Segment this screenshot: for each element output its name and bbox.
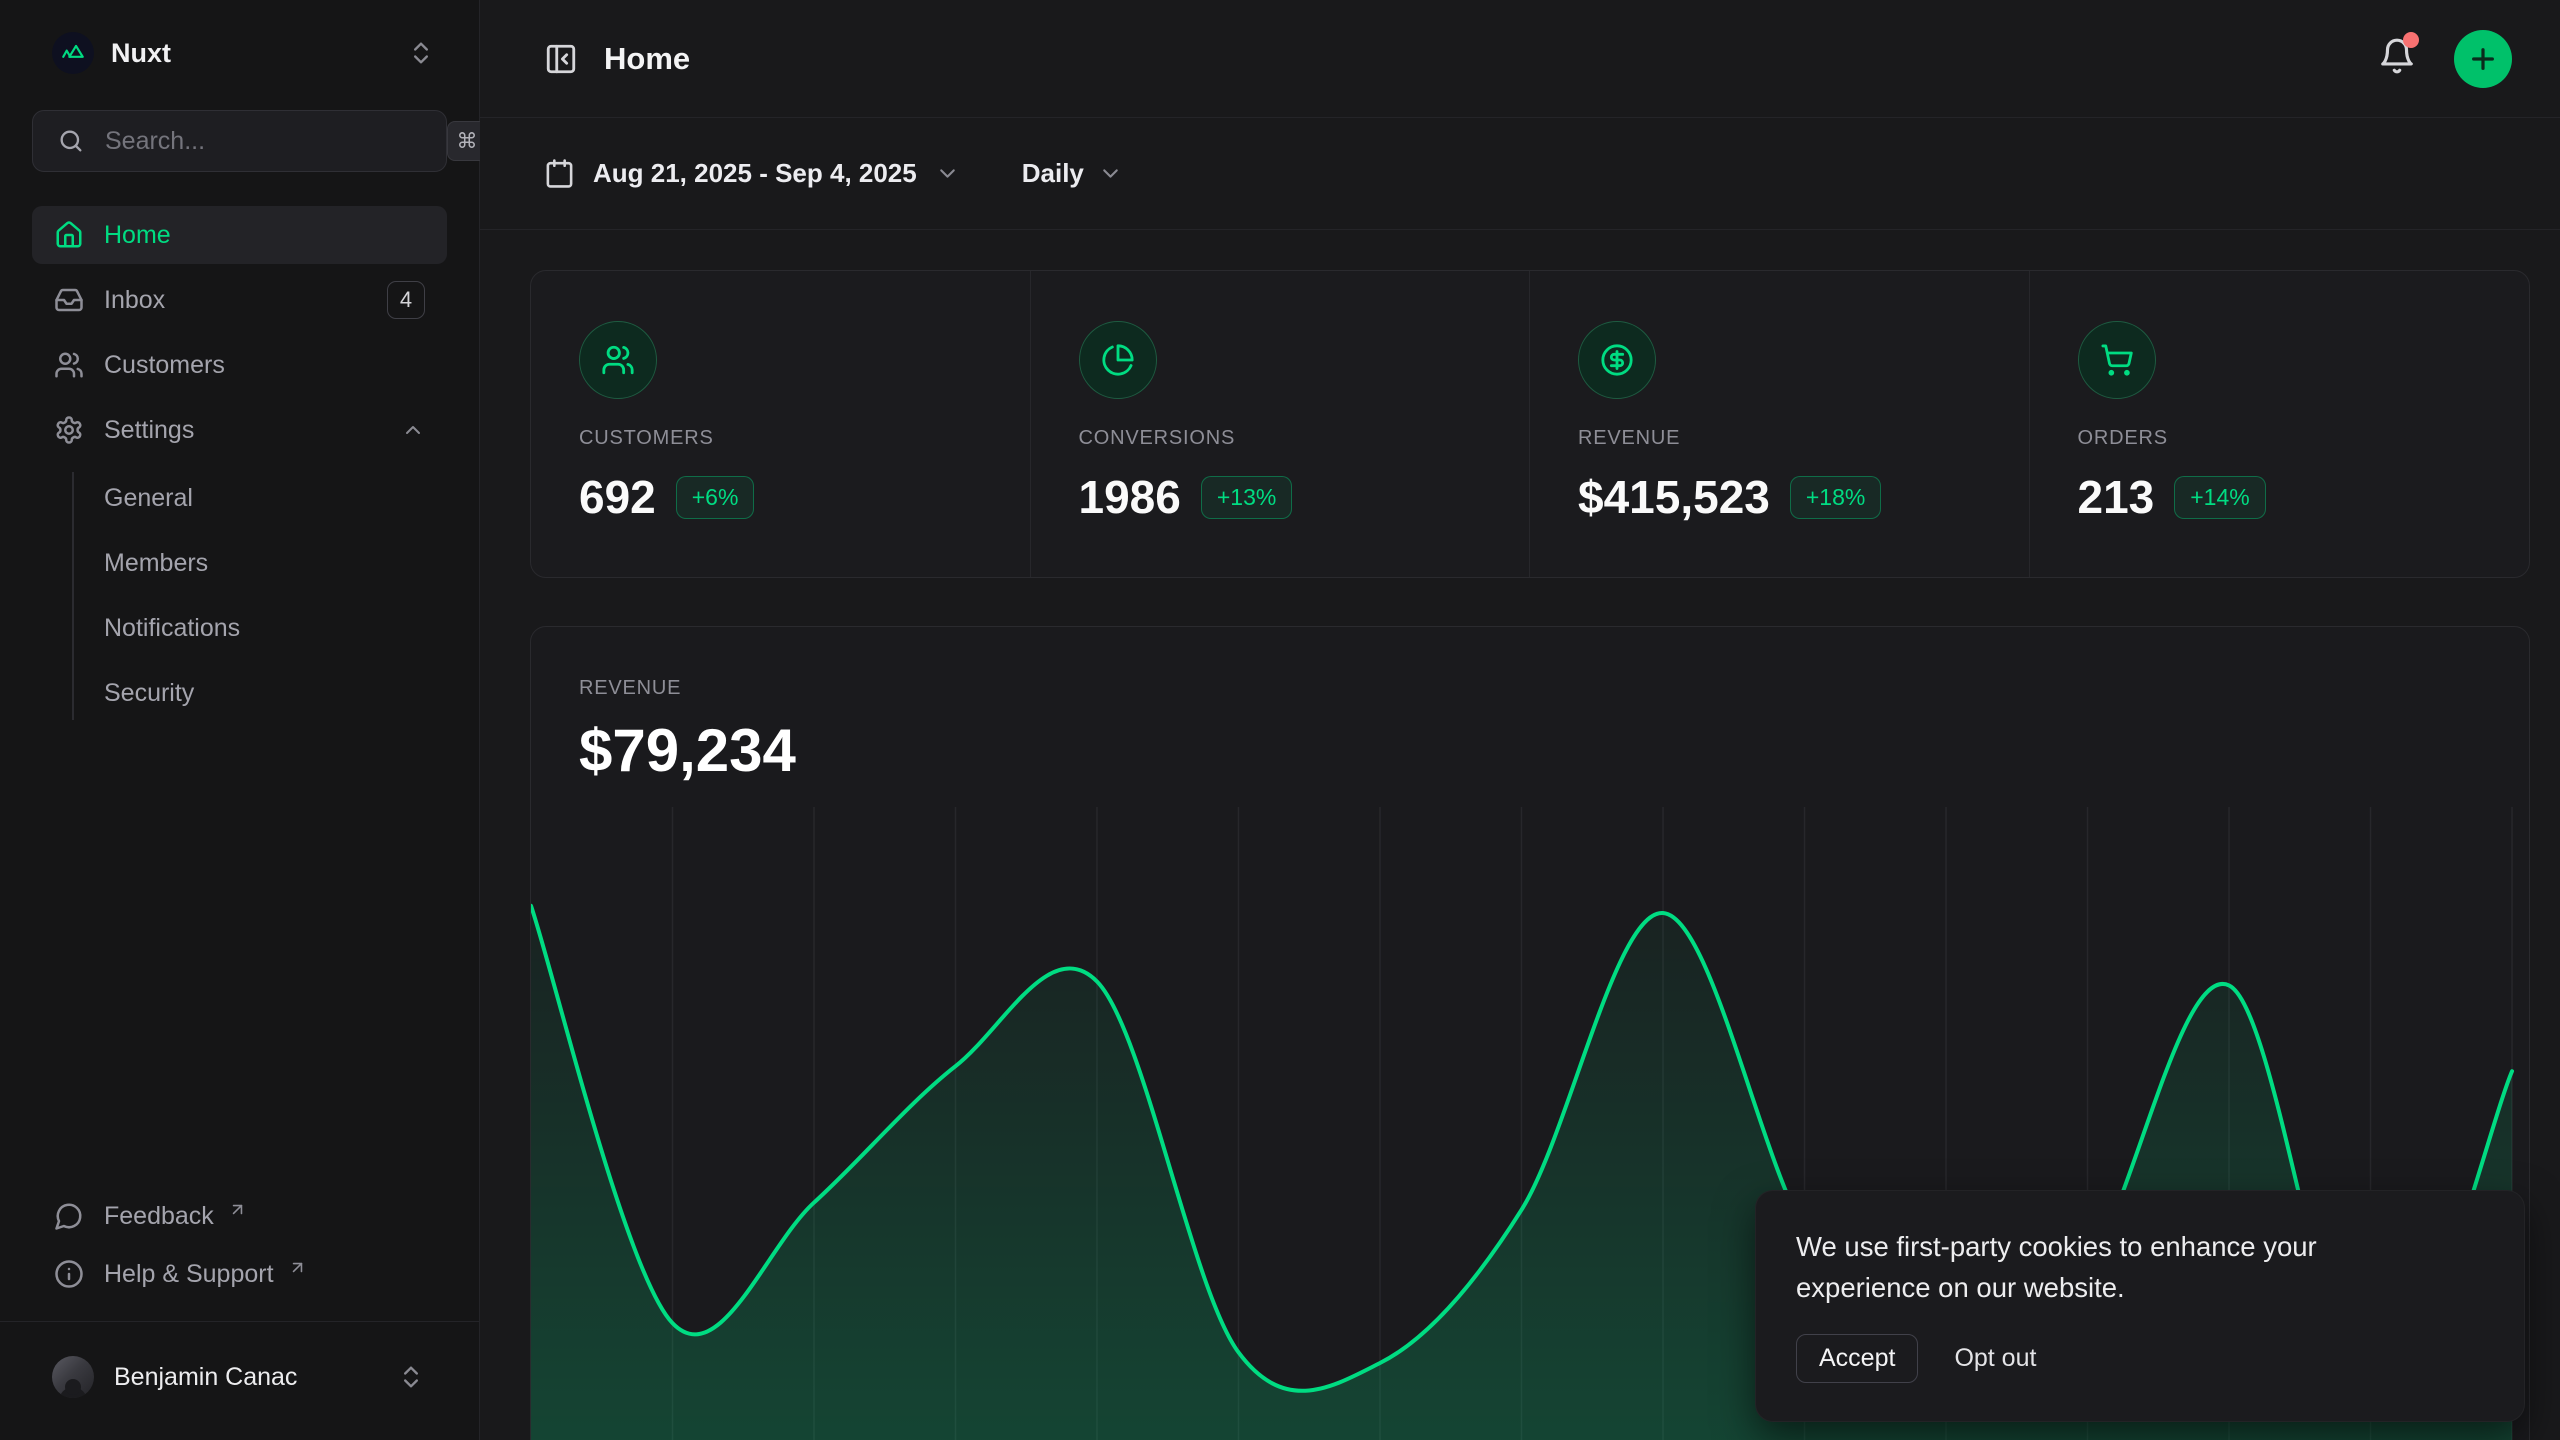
filters-toolbar: Aug 21, 2025 - Sep 4, 2025 Daily (480, 118, 2560, 230)
cookie-message: We use first-party cookies to enhance yo… (1796, 1227, 2386, 1308)
user-menu[interactable]: Benjamin Canac (32, 1332, 447, 1410)
speech-bubble-icon (54, 1201, 84, 1231)
stat-label: CUSTOMERS (579, 427, 1000, 450)
stat-value: 692 (579, 470, 656, 524)
sidebar-item-members[interactable]: Members (32, 531, 447, 596)
granularity-select[interactable]: Daily (1022, 158, 1123, 189)
sidebar-item-label: Inbox (104, 286, 165, 315)
help-support-link[interactable]: Help & Support (32, 1245, 447, 1303)
sidebar: Nuxt ⌘ K Home Inbox 4 (0, 0, 480, 1440)
gear-icon (54, 415, 84, 445)
inbox-count-badge: 4 (387, 281, 425, 319)
chevron-down-icon (935, 161, 960, 186)
revenue-chart-label: REVENUE (579, 677, 2529, 700)
search-icon (57, 127, 85, 155)
feedback-label: Feedback (104, 1202, 214, 1231)
user-name: Benjamin Canac (114, 1363, 297, 1392)
sidebar-item-notifications[interactable]: Notifications (32, 596, 447, 661)
users-icon (579, 321, 657, 399)
shopping-cart-icon (2078, 321, 2156, 399)
settings-sub-list: General Members Notifications Security (32, 466, 447, 726)
chevron-down-icon (1098, 161, 1123, 186)
stat-label: CONVERSIONS (1079, 427, 1500, 450)
stat-delta-badge: +14% (2174, 476, 2265, 519)
date-range-label: Aug 21, 2025 - Sep 4, 2025 (593, 158, 917, 189)
sidebar-nav: Home Inbox 4 Customers Settings Ge (32, 206, 447, 733)
sidebar-item-inbox[interactable]: Inbox 4 (32, 271, 447, 329)
notification-dot (2403, 32, 2419, 48)
stat-label: ORDERS (2078, 427, 2500, 450)
users-icon (54, 350, 84, 380)
plus-icon (2467, 43, 2499, 75)
stats-card: CUSTOMERS 692 +6% CONVERSIONS 1986 +13% (530, 270, 2530, 578)
home-icon (54, 220, 84, 250)
sidebar-item-settings[interactable]: Settings (32, 401, 447, 459)
stat-value: 213 (2078, 470, 2155, 524)
accept-button[interactable]: Accept (1796, 1334, 1918, 1383)
dollar-circle-icon (1578, 321, 1656, 399)
search-input[interactable] (105, 127, 427, 156)
sidebar-divider (0, 1321, 479, 1322)
sidebar-item-security[interactable]: Security (32, 661, 447, 726)
sidebar-subitem-label: General (104, 484, 193, 513)
stat-delta-badge: +18% (1790, 476, 1881, 519)
pie-chart-icon (1079, 321, 1157, 399)
calendar-icon (544, 158, 575, 189)
workspace-name: Nuxt (111, 38, 171, 69)
stat-conversions: CONVERSIONS 1986 +13% (1031, 271, 1531, 577)
avatar (52, 1356, 94, 1398)
help-support-label: Help & Support (104, 1260, 274, 1289)
panel-left-close-icon (544, 42, 578, 76)
info-circle-icon (54, 1259, 84, 1289)
arrow-up-right-icon (288, 1258, 307, 1277)
sidebar-subitem-label: Notifications (104, 614, 240, 643)
opt-out-button[interactable]: Opt out (1954, 1335, 2036, 1382)
sidebar-item-general[interactable]: General (32, 466, 447, 531)
stat-label: REVENUE (1578, 427, 1999, 450)
chevrons-up-down-icon (407, 39, 435, 67)
cookie-banner: We use first-party cookies to enhance yo… (1755, 1190, 2525, 1422)
page-header: Home (480, 0, 2560, 118)
sidebar-item-customers[interactable]: Customers (32, 336, 447, 394)
stat-value: $415,523 (1578, 470, 1770, 524)
date-range-picker[interactable]: Aug 21, 2025 - Sep 4, 2025 (544, 158, 960, 189)
add-button[interactable] (2454, 30, 2512, 88)
stat-revenue: REVENUE $415,523 +18% (1530, 271, 2030, 577)
arrow-up-right-icon (228, 1200, 247, 1219)
stat-delta-badge: +6% (676, 476, 755, 519)
nuxt-logo (52, 32, 94, 74)
chevron-up-icon (401, 418, 425, 442)
sidebar-item-label: Home (104, 221, 171, 250)
chevrons-up-down-icon (397, 1363, 425, 1391)
inbox-icon (54, 285, 84, 315)
page-title: Home (604, 41, 690, 77)
feedback-link[interactable]: Feedback (32, 1187, 447, 1245)
stat-value: 1986 (1079, 470, 1181, 524)
sidebar-item-label: Settings (104, 416, 194, 445)
sidebar-item-home[interactable]: Home (32, 206, 447, 264)
nuxt-mountains-icon (60, 40, 86, 66)
workspace-switcher[interactable]: Nuxt (32, 26, 447, 80)
stat-orders: ORDERS 213 +14% (2030, 271, 2530, 577)
collapse-sidebar-button[interactable] (544, 42, 578, 76)
sidebar-footer: Feedback Help & Support Benjamin Canac (32, 1187, 447, 1410)
sidebar-subitem-label: Security (104, 679, 194, 708)
sidebar-subitem-label: Members (104, 549, 208, 578)
revenue-chart-value: $79,234 (579, 716, 2529, 785)
stat-customers: CUSTOMERS 692 +6% (531, 271, 1031, 577)
stat-delta-badge: +13% (1201, 476, 1292, 519)
sidebar-item-label: Customers (104, 351, 225, 380)
search-bar[interactable]: ⌘ K (32, 110, 447, 172)
granularity-label: Daily (1022, 158, 1084, 189)
